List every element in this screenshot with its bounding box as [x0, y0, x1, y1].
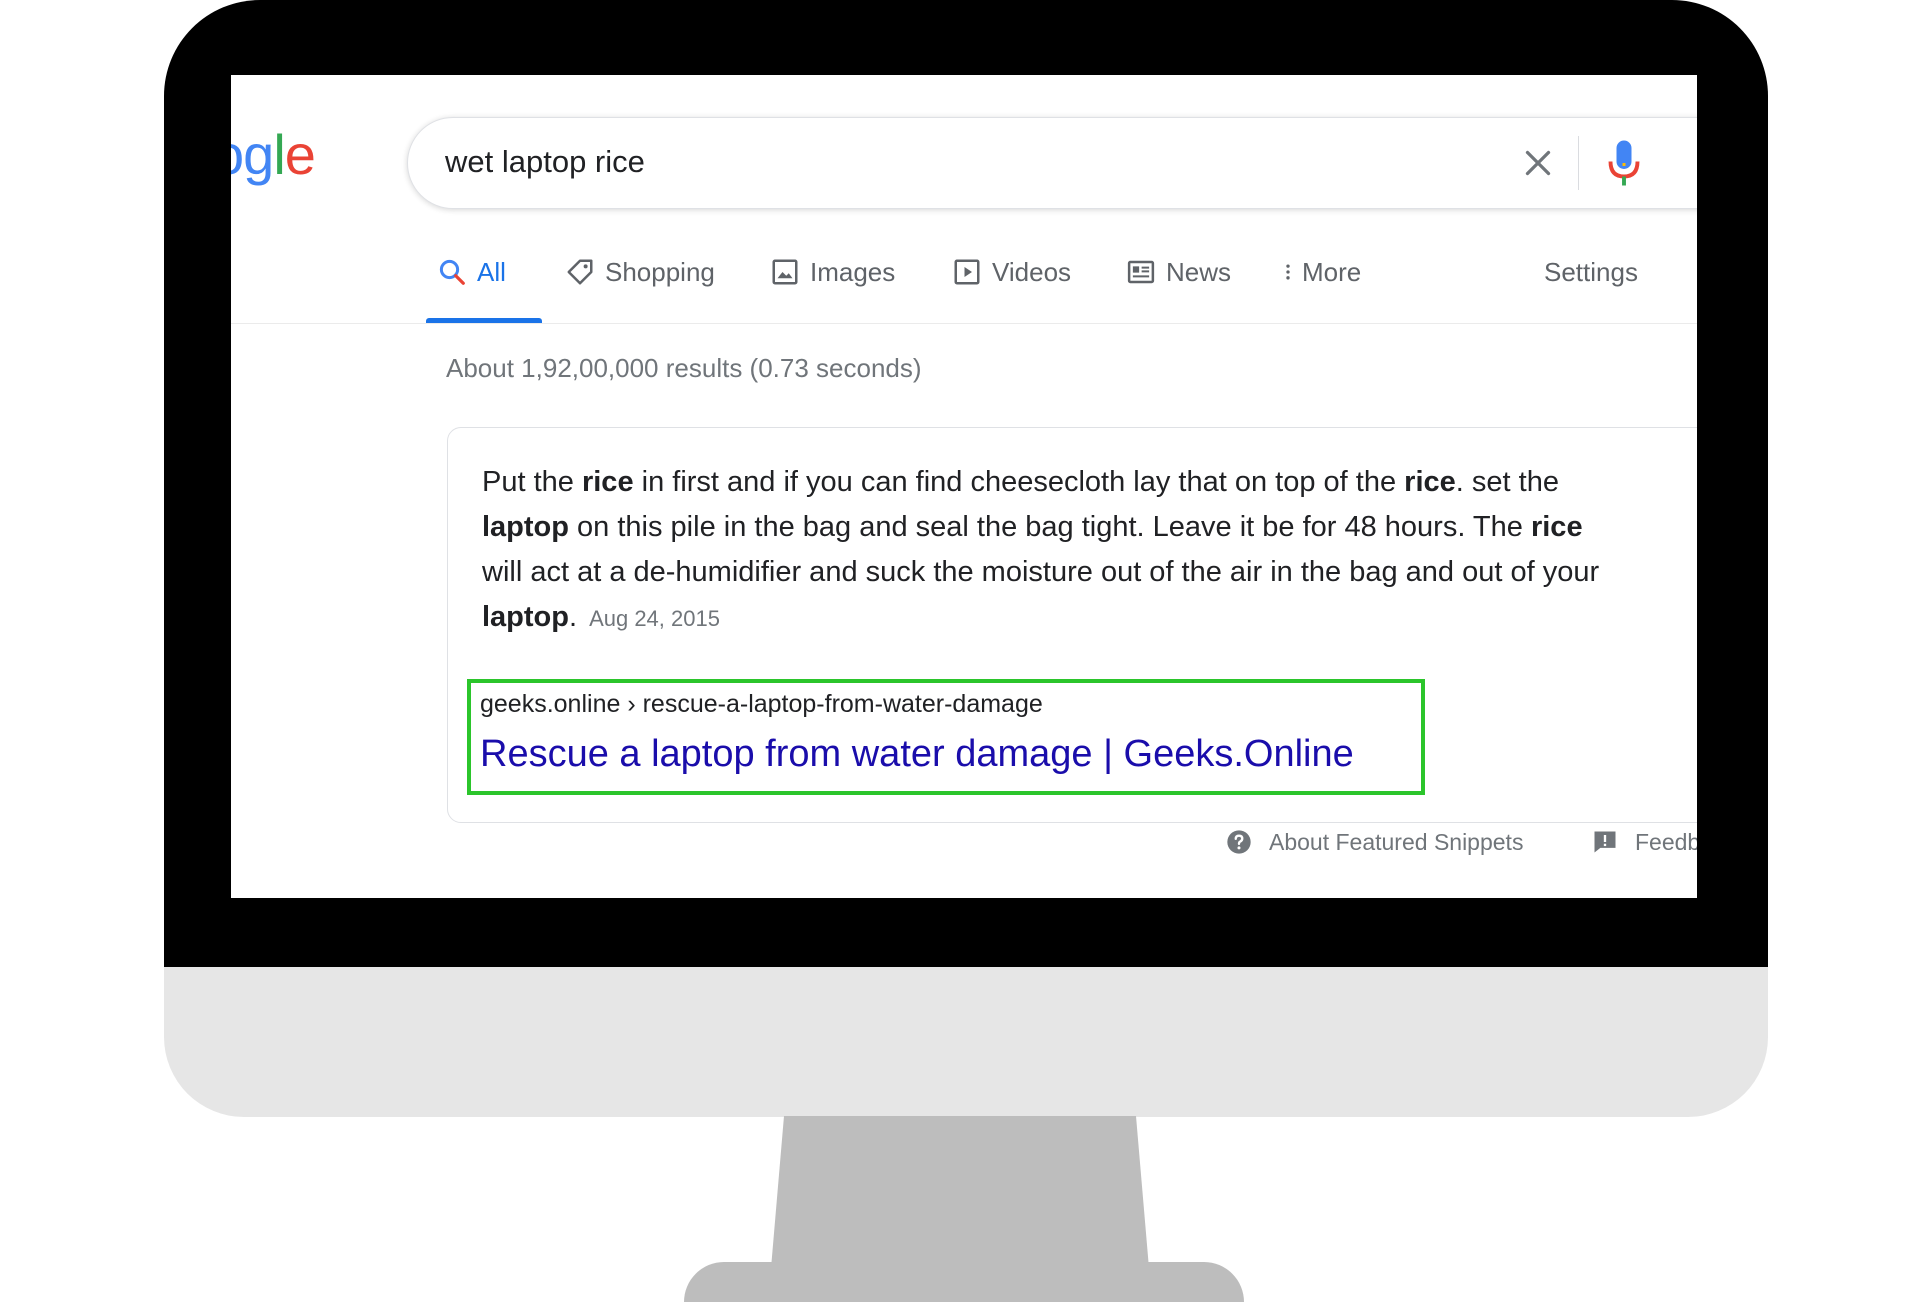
feedback-icon: [1594, 831, 1616, 853]
monitor-stand-base: [684, 1262, 1244, 1302]
active-tab-indicator: [426, 318, 542, 323]
newspaper-icon: [1127, 260, 1155, 284]
help-icon: [1227, 830, 1251, 854]
microphone-icon[interactable]: [1606, 136, 1642, 190]
search-box[interactable]: [407, 117, 1697, 209]
logo-letter-l: l: [273, 123, 285, 186]
snippet-line: laptop. Aug 24, 2015: [482, 601, 720, 633]
snippet-line: laptop on this pile in the bag and seal …: [482, 511, 1583, 543]
snippet-line: will act at a de-humidifier and suck the…: [482, 556, 1600, 588]
tab-more-label: More: [1302, 257, 1362, 287]
tab-news-label: News: [1166, 257, 1232, 287]
browser-screen: ogle All Shopping: [231, 75, 1697, 898]
feedback-link[interactable]: Feedback: [1591, 828, 1697, 856]
play-icon: [954, 259, 980, 285]
search-divider: [1578, 136, 1579, 190]
tag-icon: [567, 259, 593, 285]
featured-snippet-card: Put the rice in first and if you can fin…: [447, 427, 1697, 823]
search-icon: [439, 259, 465, 285]
tab-videos-label: Videos: [992, 257, 1072, 287]
logo-letter-o: o: [231, 127, 244, 183]
settings-label: Settings: [1544, 257, 1638, 287]
about-featured-snippets-label: About Featured Snippets: [1269, 828, 1524, 855]
tab-all-label: All: [477, 257, 506, 287]
snippet-text: Put the rice in first and if you can fin…: [482, 460, 1697, 641]
snippet-line: Put the rice in first and if you can fin…: [482, 466, 1559, 498]
more-vert-icon: [1286, 264, 1290, 280]
result-breadcrumb[interactable]: geeks.online › rescue-a-laptop-from-wate…: [480, 690, 1043, 719]
snippet-footer: About Featured Snippets Feedback: [231, 828, 1697, 864]
about-featured-snippets-link[interactable]: About Featured Snippets: [1225, 828, 1523, 856]
tab-shopping[interactable]: Shopping: [565, 257, 715, 323]
search-input[interactable]: [445, 140, 1445, 184]
clear-icon[interactable]: [1520, 145, 1556, 181]
feedback-label: Feedback: [1635, 828, 1697, 855]
tab-news[interactable]: News: [1126, 257, 1231, 323]
result-stats: About 1,92,00,000 results (0.73 seconds): [446, 353, 922, 383]
google-logo[interactable]: ogle: [231, 123, 316, 186]
logo-letter-g: g: [243, 123, 274, 186]
tab-all[interactable]: All: [437, 257, 506, 323]
monitor-chin: [164, 967, 1768, 1117]
monitor-stand-neck: [770, 1116, 1150, 1280]
tab-more[interactable]: More: [1278, 257, 1361, 323]
tab-images[interactable]: Images: [770, 257, 895, 323]
result-title-link[interactable]: Rescue a laptop from water damage | Geek…: [480, 733, 1354, 776]
tab-shopping-label: Shopping: [605, 257, 715, 287]
tab-videos[interactable]: Videos: [952, 257, 1071, 323]
search-tabs: All Shopping Images Videos News More Set…: [231, 257, 1697, 324]
snippet-date: Aug 24, 2015: [589, 606, 720, 631]
logo-letter-e: e: [284, 123, 316, 186]
settings-link[interactable]: Settings: [1544, 257, 1638, 323]
image-icon: [772, 259, 798, 285]
tab-images-label: Images: [810, 257, 896, 287]
